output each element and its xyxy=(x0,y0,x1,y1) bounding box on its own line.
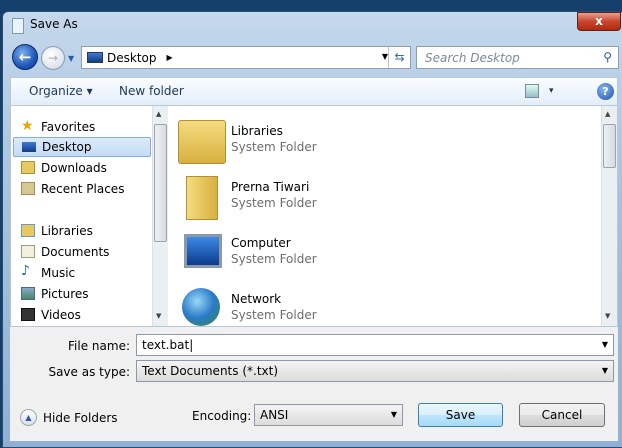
organize-button[interactable]: Organize ▾ xyxy=(29,84,93,98)
sidebar-favorites[interactable]: ★ Favorites xyxy=(13,117,151,137)
breadcrumb-desktop[interactable]: Desktop xyxy=(107,51,157,65)
view-dropdown-icon[interactable]: ▾ xyxy=(549,86,554,96)
recent-places-icon xyxy=(21,182,35,195)
scrollbar-thumb[interactable] xyxy=(154,124,167,242)
desktop-icon xyxy=(87,52,103,63)
file-list-scrollbar[interactable]: ▲ ▼ xyxy=(601,106,617,326)
user-folder-icon xyxy=(186,176,218,220)
file-name-input[interactable]: text.bat| ▼ xyxy=(136,334,614,356)
sidebar-item-desktop[interactable]: Desktop xyxy=(13,137,151,157)
save-options-panel: File name: text.bat| ▼ Save as type: Text… xyxy=(10,327,618,441)
chevron-up-icon: ▲ xyxy=(20,409,37,426)
encoding-select[interactable]: ANSI ▼ xyxy=(254,404,403,426)
file-item-libraries[interactable]: Libraries System Folder xyxy=(178,118,578,170)
file-item-computer[interactable]: Computer System Folder xyxy=(178,230,578,282)
pictures-icon xyxy=(21,287,35,300)
chevron-down-icon[interactable]: ▼ xyxy=(391,410,397,419)
chevron-down-icon[interactable]: ▼ xyxy=(602,340,608,349)
hide-folders-button[interactable]: ▲ Hide Folders xyxy=(20,409,118,426)
new-folder-button[interactable]: New folder xyxy=(119,84,184,98)
search-icon[interactable]: ⚲ xyxy=(603,50,612,64)
view-icon[interactable] xyxy=(525,84,539,98)
address-bar[interactable]: Desktop ▶ ▼ ⇆ xyxy=(81,46,411,69)
libraries-icon xyxy=(21,224,35,237)
desktop-icon xyxy=(22,142,36,152)
computer-icon xyxy=(184,234,222,268)
scrollbar-thumb[interactable] xyxy=(603,124,616,168)
close-button[interactable]: x xyxy=(577,12,621,31)
sidebar-item-music[interactable]: ♪ Music xyxy=(13,263,151,283)
search-input[interactable]: Search Desktop ⚲ xyxy=(416,46,619,69)
recent-pages-dropdown[interactable]: ▼ xyxy=(68,54,74,63)
scroll-up-icon[interactable]: ▲ xyxy=(605,110,610,118)
sidebar-item-videos[interactable]: Videos xyxy=(13,305,151,325)
music-icon: ♪ xyxy=(21,263,30,279)
sidebar-item-downloads[interactable]: Downloads xyxy=(13,158,151,178)
file-name-label: File name: xyxy=(68,339,130,353)
scroll-down-icon[interactable]: ▼ xyxy=(605,312,610,320)
forward-button[interactable]: → xyxy=(41,46,65,70)
chevron-down-icon[interactable]: ▼ xyxy=(602,366,608,375)
help-icon[interactable]: ? xyxy=(597,83,614,100)
window-title: Save As xyxy=(30,17,78,31)
save-as-type-select[interactable]: Text Documents (*.txt) ▼ xyxy=(136,360,614,382)
save-button[interactable]: Save xyxy=(418,403,503,427)
notepad-icon xyxy=(12,18,24,34)
toolbar: Organize ▾ New folder ▾ ? xyxy=(10,77,618,105)
star-icon: ★ xyxy=(21,118,34,134)
downloads-folder-icon xyxy=(21,161,35,174)
sidebar-item-pictures[interactable]: Pictures xyxy=(13,284,151,304)
cancel-button[interactable]: Cancel xyxy=(519,403,605,427)
sidebar-libraries[interactable]: Libraries xyxy=(13,221,151,241)
libraries-folder-icon xyxy=(178,120,226,164)
save-as-type-label: Save as type: xyxy=(48,365,130,379)
videos-icon xyxy=(21,308,35,321)
file-item-network[interactable]: Network System Folder xyxy=(178,286,578,326)
network-icon xyxy=(182,288,220,326)
documents-icon xyxy=(21,245,35,258)
navigation-pane-scrollbar[interactable]: ▲ ▼ xyxy=(152,106,168,326)
refresh-icon[interactable]: ⇆ xyxy=(388,47,410,68)
scroll-down-icon[interactable]: ▼ xyxy=(156,312,161,320)
file-item-user[interactable]: Prerna Tiwari System Folder xyxy=(178,174,578,226)
scroll-up-icon[interactable]: ▲ xyxy=(156,110,161,118)
encoding-label: Encoding: xyxy=(192,409,252,423)
sidebar-item-documents[interactable]: Documents xyxy=(13,242,151,262)
back-button[interactable]: ← xyxy=(12,44,38,70)
sidebar-item-recent-places[interactable]: Recent Places xyxy=(13,179,151,199)
navigation-pane: ★ Favorites Desktop Downloads Recent Plac… xyxy=(11,106,153,326)
breadcrumb-chevron-icon[interactable]: ▶ xyxy=(167,53,173,62)
